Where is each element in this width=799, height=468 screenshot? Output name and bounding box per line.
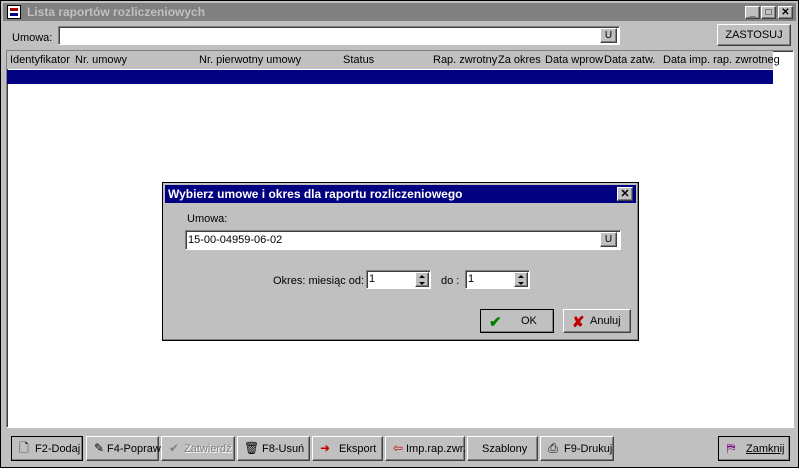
import-return-report-button[interactable]: ⇦ Imp.rap.zwr. <box>385 436 466 461</box>
edit-icon: ✎ <box>93 441 105 455</box>
delete-button[interactable]: 🗑 F8-Usuń <box>237 436 310 461</box>
close-window-button[interactable]: ✕ <box>778 6 793 19</box>
checkmark-icon: ✔ <box>489 314 502 331</box>
month-to-spin-buttons[interactable] <box>514 272 528 287</box>
edit-label: F4-Popraw <box>107 443 161 455</box>
templates-button[interactable]: Szablony <box>467 436 538 461</box>
column-header-nr-umowy[interactable]: Nr. umowy <box>75 54 127 66</box>
export-label: Eksport <box>339 443 377 455</box>
apply-filter-button[interactable]: ZASTOSUJ <box>717 24 791 46</box>
dialog-title: Wybierz umowe i okres dla raportu rozlic… <box>168 187 463 201</box>
delete-label: F8-Usuń <box>262 443 305 455</box>
ok-button[interactable]: ✔ OK <box>480 309 554 333</box>
dialog-umowa-value: 15-00-04959-06-02 <box>188 234 283 246</box>
dialog-close-button[interactable]: ✕ <box>617 187 633 201</box>
print-label: F9-Drukuj <box>564 443 613 455</box>
new-document-icon: 🗋 <box>19 441 29 455</box>
ok-label: OK <box>521 315 537 327</box>
import-icon: ⇦ <box>392 441 404 455</box>
export-icon: ➜ <box>319 441 331 455</box>
door-exit-icon: ⛿ <box>726 441 736 455</box>
dialog-umowa-input[interactable]: 15-00-04959-06-02 U <box>185 230 621 250</box>
month-from-value: 1 <box>369 273 376 285</box>
add-button[interactable]: 🗋 F2-Dodaj <box>11 436 83 461</box>
cancel-button[interactable]: ✘ Anuluj <box>563 309 631 333</box>
dialog-umowa-label: Umowa: <box>187 213 228 225</box>
title-bar[interactable]: Lista raportów rozliczeniowych _ □ ✕ <box>3 3 796 21</box>
cancel-label: Anuluj <box>590 315 621 327</box>
minimize-button[interactable]: _ <box>745 6 760 19</box>
edit-button[interactable]: ✎ F4-Popraw <box>86 436 161 461</box>
month-from-spinner[interactable]: 1 <box>366 270 431 289</box>
umowa-filter-input[interactable]: U <box>58 26 620 45</box>
close-button[interactable]: ⛿ Zamknij <box>718 436 790 461</box>
column-header-za-okres[interactable]: Za okres <box>498 54 541 66</box>
month-to-value: 1 <box>468 273 475 285</box>
approve-button[interactable]: ✔ Zatwierdź <box>161 436 235 461</box>
printer-icon: ⎙ <box>548 441 558 455</box>
column-header-rap-zwrotny[interactable]: Rap. zwrotny <box>433 54 497 66</box>
month-to-spinner[interactable]: 1 <box>465 270 530 289</box>
cancel-x-icon: ✘ <box>572 314 585 331</box>
templates-label: Szablony <box>482 443 528 455</box>
selected-row[interactable] <box>7 70 773 84</box>
import-label: Imp.rap.zwr. <box>406 443 466 455</box>
app-icon <box>7 5 21 19</box>
trash-icon: 🗑 <box>244 441 260 455</box>
close-label: Zamknij <box>746 443 785 455</box>
umowa-filter-lookup-button[interactable]: U <box>600 28 617 43</box>
umowa-filter-label: Umowa: <box>12 32 53 44</box>
column-header-data-zatw[interactable]: Data zatw. <box>604 54 655 66</box>
column-header-data-wprow[interactable]: Data wprow <box>545 54 603 66</box>
column-header-nr-pierwotny[interactable]: Nr. pierwotny umowy <box>199 54 301 66</box>
month-to-label: do : <box>441 275 460 287</box>
dialog-umowa-lookup-button[interactable]: U <box>600 232 617 247</box>
okres-label: Okres: miesiąc od: <box>273 275 365 287</box>
month-from-spin-buttons[interactable] <box>415 272 429 287</box>
column-header-data-imp[interactable]: Data imp. rap. zwrotneg <box>663 54 780 66</box>
add-label: F2-Dodaj <box>35 443 81 455</box>
maximize-button[interactable]: □ <box>761 6 776 19</box>
dialog-title-bar[interactable]: Wybierz umowe i okres dla raportu rozlic… <box>165 185 636 203</box>
dialog-body: Umowa: 15-00-04959-06-02 U Okres: miesią… <box>165 205 636 303</box>
export-button[interactable]: ➜ Eksport <box>312 436 383 461</box>
close-icon: ✕ <box>620 188 630 200</box>
select-contract-dialog: Wybierz umowe i okres dla raportu rozlic… <box>162 182 639 341</box>
column-header-status[interactable]: Status <box>343 54 374 66</box>
column-header-identyfikator[interactable]: Identyfikator <box>10 54 70 66</box>
print-button[interactable]: ⎙ F9-Drukuj <box>540 436 614 461</box>
grid-header: Identyfikator Nr. umowy Nr. pierwotny um… <box>7 51 780 69</box>
approve-label: Zatwierdź <box>184 443 232 455</box>
approve-check-icon: ✔ <box>168 441 180 455</box>
window-title: Lista raportów rozliczeniowych <box>27 5 206 19</box>
